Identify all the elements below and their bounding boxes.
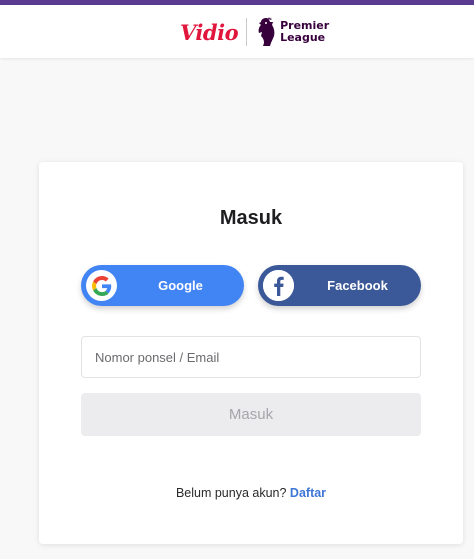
google-button-label: Google <box>158 278 203 293</box>
google-icon <box>86 270 117 301</box>
facebook-button-label: Facebook <box>327 278 388 293</box>
brand-logos[interactable]: Vidio Premier League <box>180 16 329 48</box>
signup-prompt-text: Belum punya akun? <box>175 486 287 500</box>
login-card: Masuk Google Facebook Masuk Belum punya … <box>39 162 463 544</box>
premier-league-wordmark: Premier League <box>280 20 329 44</box>
signup-link[interactable]: Daftar <box>290 486 326 500</box>
login-submit-button[interactable]: Masuk <box>81 393 421 436</box>
phone-email-field-wrapper <box>81 336 421 378</box>
premier-league-word-2: League <box>280 31 326 44</box>
vidio-logo: Vidio <box>180 19 239 45</box>
brand-divider <box>246 18 248 46</box>
premier-league-lion-icon <box>258 17 275 46</box>
facebook-login-button[interactable]: Facebook <box>258 265 421 306</box>
signup-prompt-row: Belum punya akun? Daftar <box>39 486 463 500</box>
google-login-button[interactable]: Google <box>81 265 244 306</box>
facebook-icon <box>263 270 294 301</box>
phone-email-input[interactable] <box>82 337 420 377</box>
site-header: Vidio Premier League <box>0 5 474 58</box>
login-title: Masuk <box>219 207 283 229</box>
